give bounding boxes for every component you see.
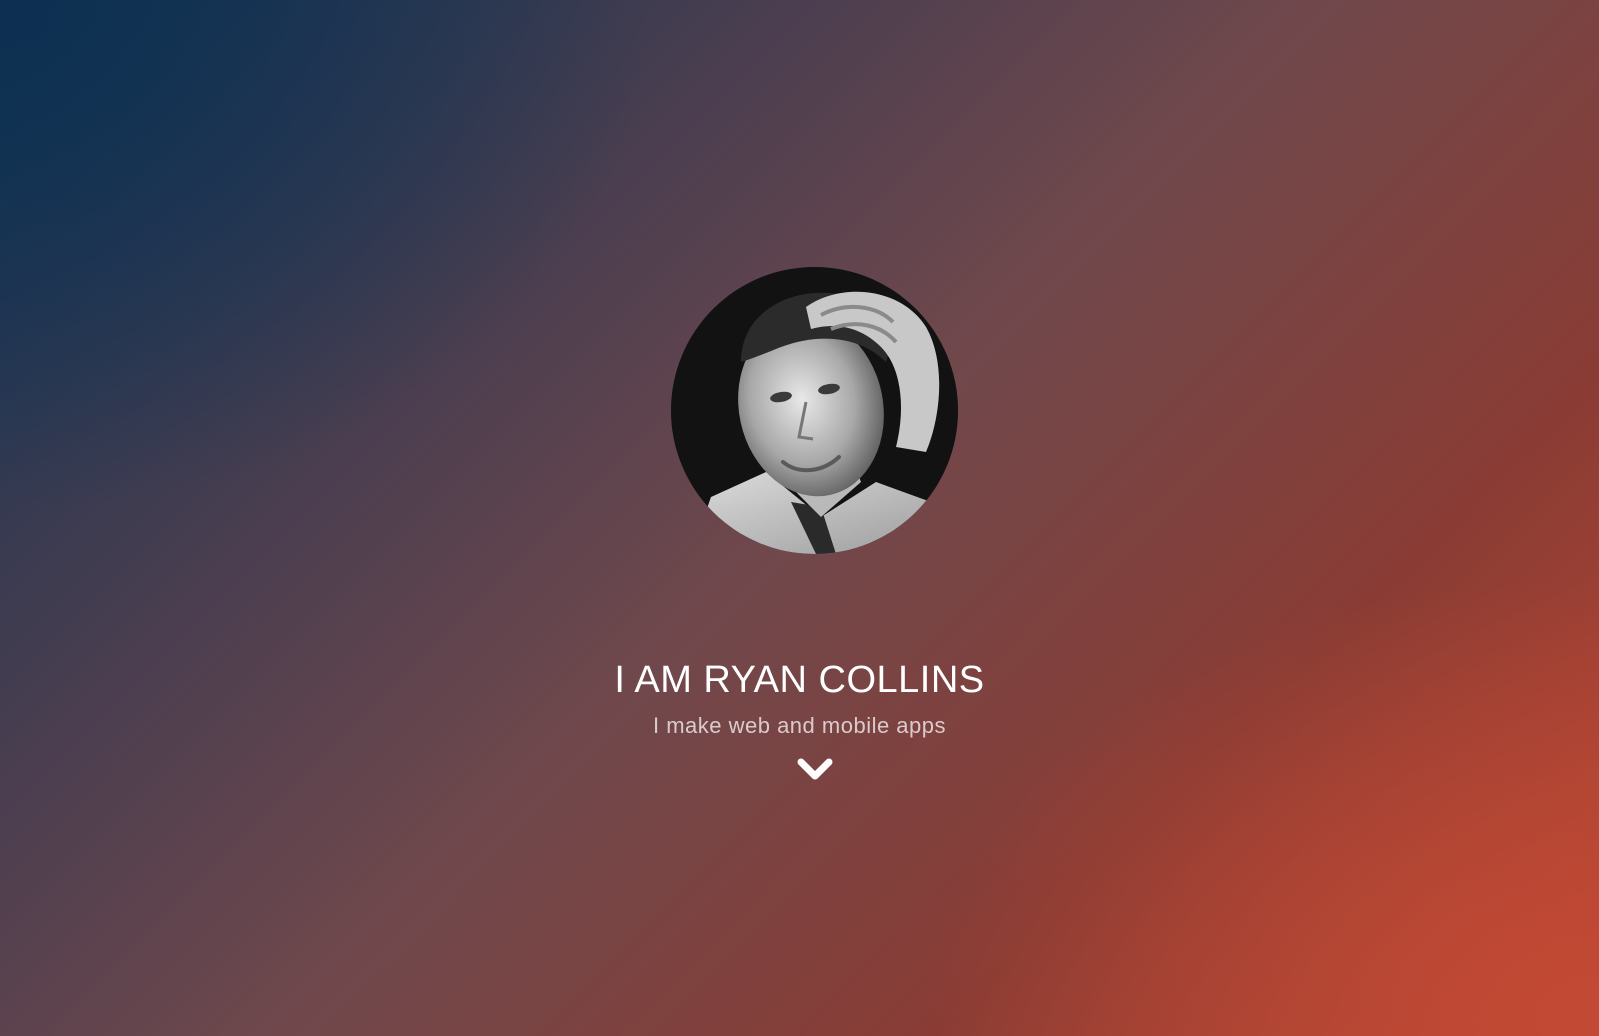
hero-section: I AM RYAN COLLINS I make web and mobile … bbox=[0, 0, 1599, 1036]
profile-photo-image bbox=[671, 267, 958, 554]
page-title: I AM RYAN COLLINS bbox=[614, 659, 985, 702]
chevron-down-icon bbox=[797, 758, 833, 780]
profile-photo bbox=[671, 267, 958, 554]
scroll-down-button[interactable] bbox=[795, 756, 835, 784]
page-subtitle: I make web and mobile apps bbox=[652, 713, 947, 738]
